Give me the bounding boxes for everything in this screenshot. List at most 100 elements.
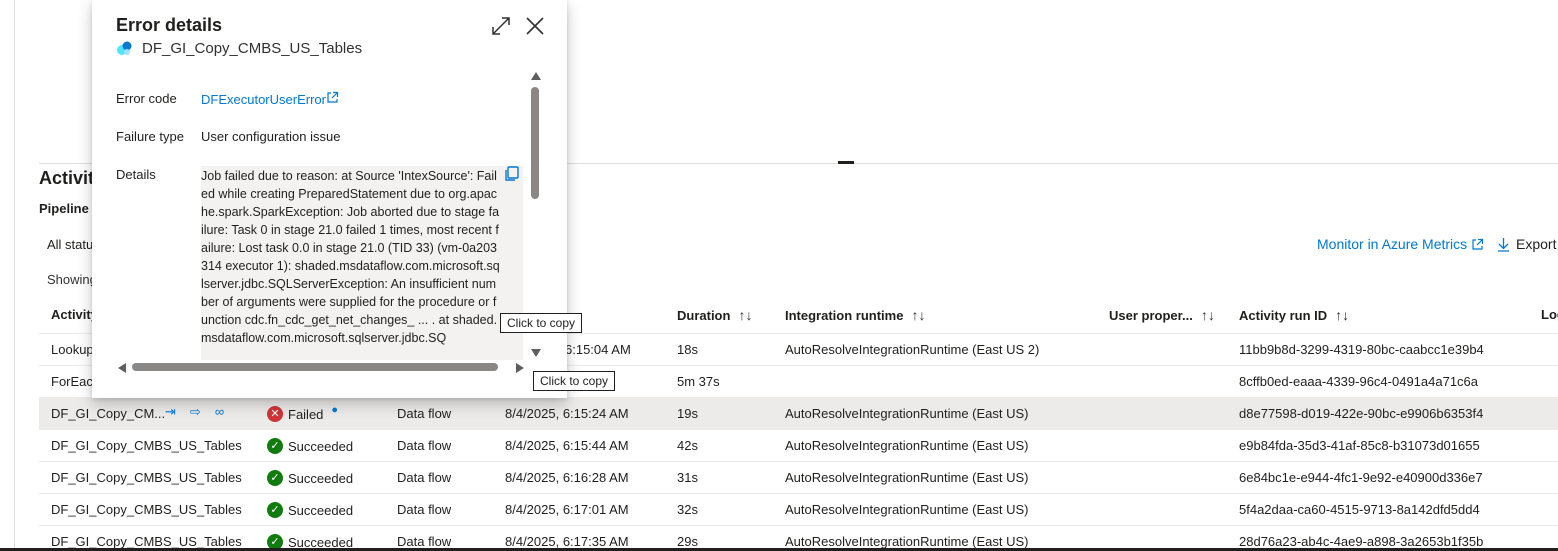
sort-icon: ↑↓: [1200, 307, 1215, 323]
error-details-panel: Error details DF_GI_Copy_CMBS_US_Tables …: [92, 0, 567, 398]
input-icon[interactable]: ⇥: [165, 404, 176, 420]
status-label: Failed: [288, 406, 324, 422]
run-start: 8/4/2025, 6:15:24 AM: [505, 406, 629, 421]
scroll-left-arrow-icon[interactable]: [118, 363, 126, 373]
activity-type: Data flow: [397, 406, 452, 421]
horizontal-scrollbar[interactable]: [118, 361, 524, 373]
copy-icon[interactable]: [503, 165, 521, 183]
sort-icon: ↑↓: [738, 307, 753, 323]
column-header-label: Integration runtime: [785, 308, 904, 323]
sort-icon: ↑↓: [1335, 307, 1350, 323]
activity-name[interactable]: Lookup: [51, 342, 94, 357]
activity-run-id: 28d76a23-ab4c-4ae9-a898-3a2653b1f35b: [1239, 534, 1484, 549]
details-glasses-icon[interactable]: ∞: [215, 404, 224, 420]
activity-type: Data flow: [397, 438, 452, 453]
run-start: 8/4/2025, 6:17:35 AM: [505, 534, 629, 549]
download-icon: [1498, 238, 1509, 252]
column-header-activity-run-id[interactable]: Activity run ID ↑↓: [1239, 307, 1349, 323]
error-code-link[interactable]: DFExecutorUserError: [201, 91, 339, 107]
integration-runtime: AutoResolveIntegrationRuntime (East US 2…: [785, 342, 1040, 357]
duration: 29s: [677, 534, 698, 549]
pane-splitter-handle[interactable]: [838, 161, 854, 164]
activity-run-id: 11bb9b8d-3299-4319-80bc-caabcc1e39b4: [1239, 342, 1484, 357]
external-link-icon: [327, 91, 339, 103]
expand-icon[interactable]: [490, 15, 512, 37]
run-start: 8/4/2025, 6:15:44 AM: [505, 438, 629, 453]
copy-tooltip: Click to copy: [500, 313, 583, 333]
status-succeeded: ✓ Succeeded: [267, 502, 353, 518]
integration-runtime: AutoResolveIntegrationRuntime (East US): [785, 470, 1029, 485]
close-icon[interactable]: [524, 15, 546, 37]
column-header-log[interactable]: Log: [1541, 307, 1558, 322]
status-label: Succeeded: [288, 470, 354, 486]
activity-name[interactable]: DF_GI_Copy_CMBS_US_Tables: [51, 438, 242, 453]
column-header-label: Log: [1541, 307, 1558, 322]
scroll-right-arrow-icon[interactable]: [516, 363, 524, 373]
export-label: Export to CSV: [1516, 236, 1558, 252]
run-start: 6:15:04 AM: [565, 342, 631, 357]
activity-name[interactable]: DF_GI_Copy_CM...: [51, 406, 165, 421]
duration: 32s: [677, 502, 698, 517]
integration-runtime: AutoResolveIntegrationRuntime (East US): [785, 406, 1029, 421]
activity-name[interactable]: DF_GI_Copy_CMBS_US_Tables: [51, 534, 242, 549]
duration: 42s: [677, 438, 698, 453]
activity-run-id: 8cffb0ed-eaaa-4339-96c4-0491a4a71c6a: [1239, 374, 1479, 389]
column-header-label: Duration: [677, 308, 731, 323]
column-header-user-properties[interactable]: User proper... ↑↓: [1109, 307, 1215, 323]
copy-tooltip: Click to copy: [533, 371, 616, 391]
error-code-value[interactable]: DFExecutorUserError: [201, 92, 326, 107]
output-icon[interactable]: ⇨: [190, 404, 201, 420]
monitor-azure-metrics-link[interactable]: Monitor in Azure Metrics: [1317, 236, 1484, 252]
status-label: Succeeded: [288, 438, 354, 454]
check-icon: ✓: [267, 470, 283, 486]
check-icon: ✓: [267, 502, 283, 518]
column-header-duration[interactable]: Duration ↑↓: [677, 307, 752, 323]
details-text: Job failed due to reason: at Source 'Int…: [201, 169, 500, 345]
scroll-down-arrow-icon[interactable]: [531, 349, 541, 357]
activity-type: Data flow: [397, 502, 452, 517]
check-icon: ✓: [267, 438, 283, 454]
run-start: 8/4/2025, 6:16:28 AM: [505, 470, 629, 485]
details-label: Details: [116, 167, 156, 182]
column-header-label: User proper...: [1109, 308, 1193, 323]
error-icon: ✕: [267, 406, 283, 422]
status-label: Succeeded: [288, 502, 354, 518]
failure-type-value: User configuration issue: [201, 129, 341, 144]
integration-runtime: AutoResolveIntegrationRuntime (East US): [785, 534, 1029, 549]
integration-runtime: AutoResolveIntegrationRuntime (East US): [785, 438, 1029, 453]
duration: 5m 37s: [677, 374, 720, 389]
activity-run-id: 6e84bc1e-e944-4fc1-9e92-e40900d336e7: [1239, 470, 1483, 485]
panel-subtitle: DF_GI_Copy_CMBS_US_Tables: [116, 40, 362, 57]
table-row[interactable]: DF_GI_Copy_CMBS_US_Tables ✓ Succeeded Dat…: [39, 430, 1558, 462]
activity-run-id: d8e77598-d019-422e-90bc-e9906b6353f4: [1239, 406, 1484, 421]
activity-run-id: e9b84fda-35d3-41af-85c8-b31073d01655: [1239, 438, 1480, 453]
dataflow-icon: [117, 41, 132, 55]
activity-run-id: 5f4a2daa-ca60-4515-9713-8a142dfd5dd4: [1239, 502, 1480, 517]
sort-icon: ↑↓: [911, 307, 926, 323]
panel-title: Error details: [116, 15, 223, 35]
vertical-scroll-thumb[interactable]: [531, 87, 539, 199]
monitor-link-label: Monitor in Azure Metrics: [1317, 236, 1468, 252]
column-header-label: Activity run ID: [1239, 308, 1328, 323]
activity-type: Data flow: [397, 470, 452, 485]
row-actions: ⇥ ⇨ ∞: [165, 404, 224, 420]
error-message-icon[interactable]: ●: [331, 404, 338, 416]
activity-name[interactable]: DF_GI_Copy_CMBS_US_Tables: [51, 502, 242, 517]
integration-runtime: AutoResolveIntegrationRuntime (East US): [785, 502, 1029, 517]
scroll-up-arrow-icon[interactable]: [531, 72, 541, 80]
table-row-selected[interactable]: DF_GI_Copy_CM... ⇥ ⇨ ∞ ✕ Failed ● Data f…: [39, 398, 1558, 430]
duration: 19s: [677, 406, 698, 421]
export-button[interactable]: Export to CSV: [1497, 236, 1558, 252]
pipeline-activity-name: DF_GI_Copy_CMBS_US_Tables: [142, 40, 363, 57]
horizontal-scroll-thumb[interactable]: [132, 363, 498, 371]
column-header-integration-runtime[interactable]: Integration runtime ↑↓: [785, 307, 925, 323]
details-textbox[interactable]: Job failed due to reason: at Source 'Int…: [201, 166, 523, 360]
activity-name[interactable]: DF_GI_Copy_CMBS_US_Tables: [51, 470, 242, 485]
failure-type-label: Failure type: [116, 129, 184, 144]
table-row[interactable]: DF_GI_Copy_CMBS_US_Tables ✓ Succeeded Dat…: [39, 462, 1558, 494]
duration: 18s: [677, 342, 698, 357]
left-divider: [14, 0, 15, 551]
run-start: 8/4/2025, 6:17:01 AM: [505, 502, 629, 517]
table-row[interactable]: DF_GI_Copy_CMBS_US_Tables ✓ Succeeded Dat…: [39, 494, 1558, 526]
duration: 31s: [677, 470, 698, 485]
